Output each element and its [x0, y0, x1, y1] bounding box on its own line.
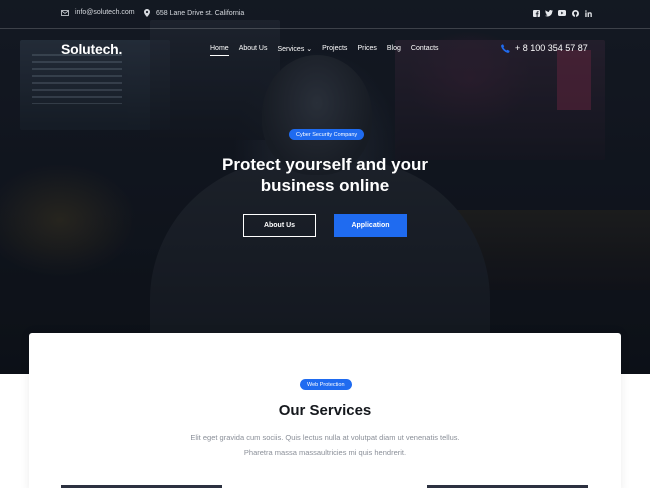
nav-item-blog[interactable]: Blog — [387, 45, 401, 53]
services-description-line-2: Pharetra massa massaultricies mi quis he… — [243, 448, 407, 457]
topbar-email-text: info@solutech.com — [75, 9, 135, 16]
services-description: Elit eget gravida cum sociis. Quis lectu… — [175, 430, 475, 460]
hero-section: info@solutech.com 658 Lane Drive st. Cal… — [0, 0, 650, 374]
twitter-icon[interactable] — [545, 9, 553, 17]
phone-icon — [501, 43, 510, 53]
linkedin-icon[interactable] — [584, 9, 592, 17]
social-links — [532, 9, 592, 17]
services-badge: Web Protection — [300, 379, 352, 390]
youtube-icon[interactable] — [558, 9, 566, 17]
application-button[interactable]: Application — [334, 214, 407, 237]
facebook-icon[interactable] — [532, 9, 540, 17]
nav-item-projects[interactable]: Projects — [322, 45, 347, 53]
nav-menu: Home About Us Services ⌄ Projects Prices… — [210, 45, 449, 56]
hero-title-line-2: business online — [260, 176, 390, 195]
mail-icon — [61, 9, 69, 16]
services-description-line-1: Elit eget gravida cum sociis. Quis lectu… — [190, 433, 460, 442]
nav-item-services[interactable]: Services ⌄ — [277, 45, 312, 53]
nav-item-prices[interactable]: Prices — [357, 45, 376, 53]
nav-item-contacts[interactable]: Contacts — [411, 45, 439, 53]
phone-number: + 8 100 354 57 87 — [515, 43, 588, 53]
phone-contact[interactable]: + 8 100 354 57 87 — [501, 43, 588, 53]
github-icon[interactable] — [571, 9, 579, 17]
site-logo[interactable]: Solutech. — [61, 41, 122, 57]
about-us-button[interactable]: About Us — [243, 214, 316, 237]
topbar-email[interactable]: info@solutech.com — [61, 9, 135, 16]
hero-title-line-1: Protect yourself and your — [222, 155, 428, 174]
nav-item-about-us[interactable]: About Us — [239, 45, 268, 53]
hero-badge: Cyber Security Company — [289, 129, 365, 140]
map-pin-icon — [144, 9, 150, 17]
top-info-bar: info@solutech.com 658 Lane Drive st. Cal… — [0, 0, 650, 29]
main-navigation: Solutech. Home About Us Services ⌄ Proje… — [0, 29, 650, 69]
hero-title: Protect yourself and your business onlin… — [175, 154, 475, 196]
nav-item-home[interactable]: Home — [210, 45, 229, 56]
topbar-address-text: 658 Lane Drive st. California — [156, 9, 245, 17]
services-title: Our Services — [278, 402, 372, 419]
topbar-address: 658 Lane Drive st. California — [144, 9, 244, 17]
